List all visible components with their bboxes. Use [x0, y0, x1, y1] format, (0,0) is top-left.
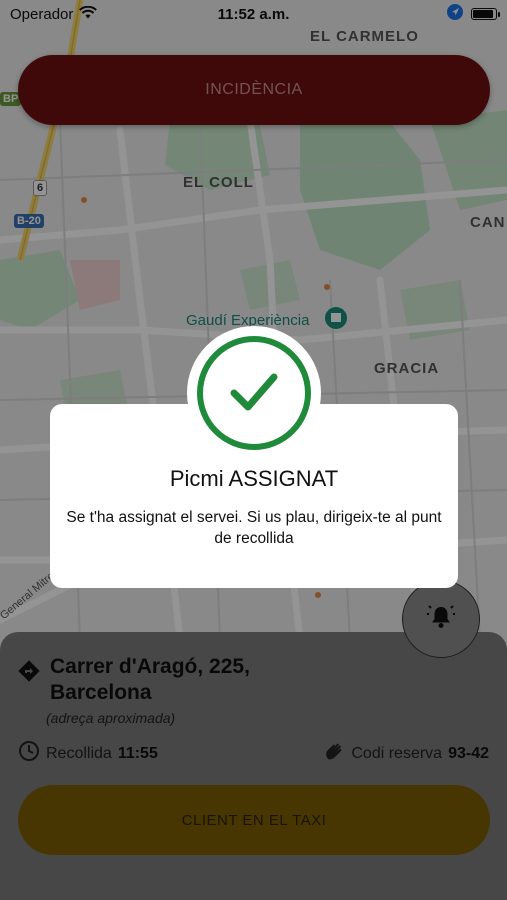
dialog-message: Se t'ha assignat el servei. Si us plau, …	[66, 509, 442, 547]
dialog-title: Picmi ASSIGNAT	[169, 466, 339, 491]
success-badge	[197, 336, 311, 450]
check-icon	[224, 361, 284, 426]
